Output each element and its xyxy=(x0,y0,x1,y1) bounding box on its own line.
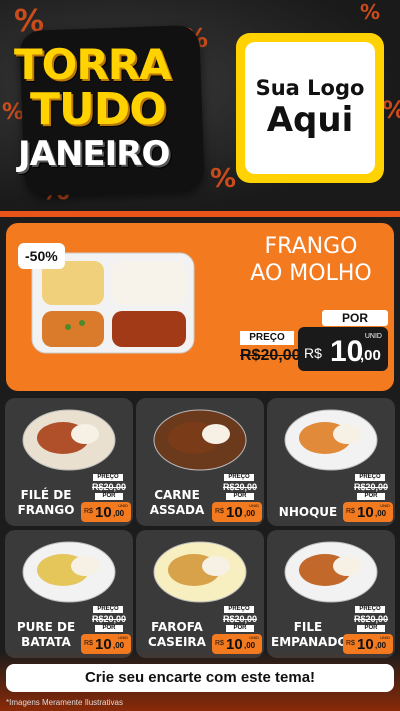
price-decimal: ,00 xyxy=(113,509,125,518)
old-price: R$20,00 xyxy=(91,614,127,624)
price-currency: R$ xyxy=(346,508,355,515)
logo-text-line-2: Aqui xyxy=(266,100,354,140)
price-currency: R$ xyxy=(346,640,355,647)
product-name-line-1: FILÉ DE xyxy=(20,488,72,502)
logo-text-line-1: Sua Logo xyxy=(255,76,365,100)
discount-badge: -50% xyxy=(18,243,65,269)
product-name-line-1: FILE xyxy=(293,620,323,634)
title-line-1: TORRA xyxy=(14,40,172,89)
price-decimal: ,00 xyxy=(113,641,125,650)
product-name-line-2: BATATA xyxy=(21,635,71,649)
price-unit: UNID xyxy=(249,635,259,640)
product-name-line-1: FAROFA xyxy=(151,620,203,634)
product-name-line-2: ASSADA xyxy=(149,503,205,517)
por-label: POR xyxy=(357,493,385,500)
price-currency: R$ xyxy=(304,345,322,361)
percent-decoration: % xyxy=(382,96,400,124)
percent-decoration: % xyxy=(360,0,381,24)
price-currency: R$ xyxy=(215,640,224,647)
price-integer: 10 xyxy=(95,504,112,521)
price-unit: UNID xyxy=(380,503,390,508)
old-price: R$20,00 xyxy=(353,614,389,624)
old-price: R$20,00 xyxy=(222,614,258,624)
por-label: POR xyxy=(226,625,254,632)
product-name-line-2: CASEIRA xyxy=(148,635,206,649)
percent-decoration: % xyxy=(210,164,237,194)
product-name: FILÉ DE FRANGO xyxy=(9,488,83,518)
preco-label: PREÇO xyxy=(355,474,385,481)
product-card[interactable]: PURE DE BATATA PREÇO R$20,00 POR R$ 10,00 UNID xyxy=(5,530,133,658)
product-name: CARNE ASSADA xyxy=(140,488,214,518)
price-integer: 10 xyxy=(226,504,243,521)
disclaimer-note: *Imagens Meramente Ilustrativas xyxy=(6,698,123,707)
title-line-2: TUDO xyxy=(30,84,167,135)
product-name-line-2: FRANGO xyxy=(17,503,75,517)
price-tag: R$ 10,00 UNID xyxy=(212,502,262,522)
por-label: POR xyxy=(95,493,123,500)
price-decimal: ,00 xyxy=(375,641,387,650)
preco-label: PREÇO xyxy=(224,474,254,481)
product-image xyxy=(22,409,116,471)
por-label: POR xyxy=(226,493,254,500)
featured-title: FRANGO AO MOLHO xyxy=(236,233,386,287)
product-card[interactable]: FILÉ DE FRANGO PREÇO R$20,00 POR R$ 10,00 UNID xyxy=(5,398,133,526)
product-card[interactable]: NHOQUE PREÇO R$20,00 POR R$ 10,00 UNID xyxy=(267,398,395,526)
preco-label: PREÇO xyxy=(93,606,123,613)
price-decimal: ,00 xyxy=(375,509,387,518)
old-price: R$20,00 xyxy=(353,482,389,492)
logo-inner: Sua Logo Aqui xyxy=(245,42,375,174)
old-price: R$20,00 xyxy=(240,347,301,364)
preco-label: PREÇO xyxy=(93,474,123,481)
product-name-line-2: EMPANADO xyxy=(271,635,348,649)
price-tag: R$ 10 ,00 UNID xyxy=(298,327,388,371)
price-decimal: ,00 xyxy=(244,509,256,518)
price-integer: 10 xyxy=(357,504,374,521)
por-label: POR xyxy=(95,625,123,632)
price-decimal: ,00 xyxy=(244,641,256,650)
product-name: FAROFA CASEIRA xyxy=(140,620,214,650)
price-unit: UNID xyxy=(118,635,128,640)
product-name-line-1: CARNE xyxy=(154,488,200,502)
por-label: POR xyxy=(322,310,388,326)
price-unit: UNID xyxy=(380,635,390,640)
price-currency: R$ xyxy=(84,640,93,647)
price-unit: UNID xyxy=(364,333,382,340)
price-decimal: ,00 xyxy=(360,347,381,364)
logo-placeholder[interactable]: Sua Logo Aqui xyxy=(236,33,384,183)
product-name-line-1: NHOQUE xyxy=(278,505,338,519)
divider-stripe xyxy=(0,211,400,217)
preco-label: PREÇO xyxy=(224,606,254,613)
price-unit: UNID xyxy=(118,503,128,508)
product-name: FILE EMPANADO xyxy=(271,620,348,650)
product-image xyxy=(153,409,247,471)
price-unit: UNID xyxy=(249,503,259,508)
price-currency: R$ xyxy=(215,508,224,515)
header-banner: % % % % % % % TORRA TUDO JANEIRO Sua Log… xyxy=(0,0,400,214)
title-line-3: JANEIRO xyxy=(18,134,170,174)
product-image xyxy=(284,409,378,471)
product-image xyxy=(22,541,116,603)
product-image xyxy=(153,541,247,603)
price-currency: R$ xyxy=(84,508,93,515)
product-name-line-1: PURE DE xyxy=(16,620,76,634)
old-price: R$20,00 xyxy=(91,482,127,492)
preco-label: PREÇO xyxy=(355,606,385,613)
price-tag: R$ 10,00 UNID xyxy=(81,502,131,522)
por-label: POR xyxy=(357,625,385,632)
product-card[interactable]: CARNE ASSADA PREÇO R$20,00 POR R$ 10,00 UNID xyxy=(136,398,264,526)
price-tag: R$ 10,00 UNID xyxy=(343,502,393,522)
product-card[interactable]: FILE EMPANADO PREÇO R$20,00 POR R$ 10,00 UNID xyxy=(267,530,395,658)
product-name: NHOQUE xyxy=(271,505,345,520)
featured-title-line-1: FRANGO xyxy=(264,234,358,259)
cta-button[interactable]: Crie seu encarte com este tema! xyxy=(6,664,394,692)
product-card[interactable]: FAROFA CASEIRA PREÇO R$20,00 POR R$ 10,00 UNID xyxy=(136,530,264,658)
price-integer: 10 xyxy=(330,335,364,368)
product-image xyxy=(284,541,378,603)
featured-title-line-2: AO MOLHO xyxy=(250,261,372,286)
preco-label: PREÇO xyxy=(240,331,294,345)
featured-product[interactable]: -50% FRANGO AO MOLHO POR PREÇO R$20,00 R… xyxy=(6,223,394,391)
old-price: R$20,00 xyxy=(222,482,258,492)
product-name: PURE DE BATATA xyxy=(9,620,83,650)
